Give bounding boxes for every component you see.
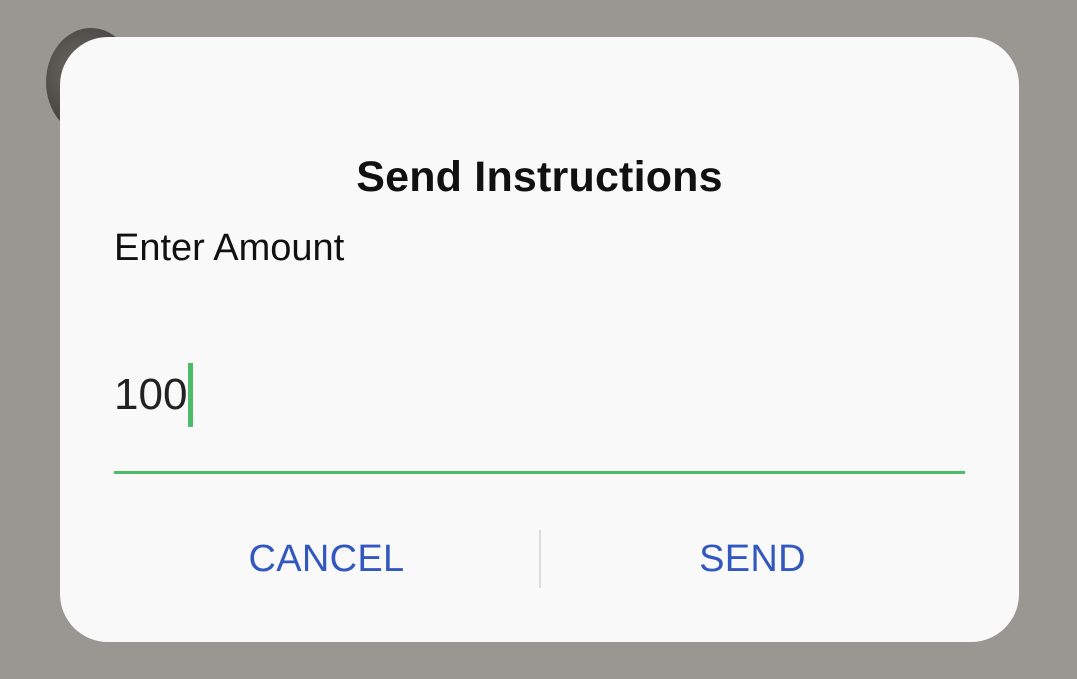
input-underline — [114, 471, 965, 474]
cancel-button[interactable]: CANCEL — [114, 527, 539, 591]
amount-input-value-row: 100 — [114, 363, 194, 427]
amount-field-label: Enter Amount — [114, 227, 345, 269]
dialog-title: Send Instructions — [356, 153, 723, 201]
text-cursor — [188, 363, 194, 427]
send-button[interactable]: SEND — [540, 527, 965, 591]
dialog-actions: CANCEL SEND — [114, 527, 965, 591]
send-instructions-dialog: Send Instructions Enter Amount 100 CANCE… — [60, 37, 1019, 642]
amount-input[interactable]: 100 — [114, 337, 965, 475]
amount-input-text: 100 — [114, 370, 188, 419]
